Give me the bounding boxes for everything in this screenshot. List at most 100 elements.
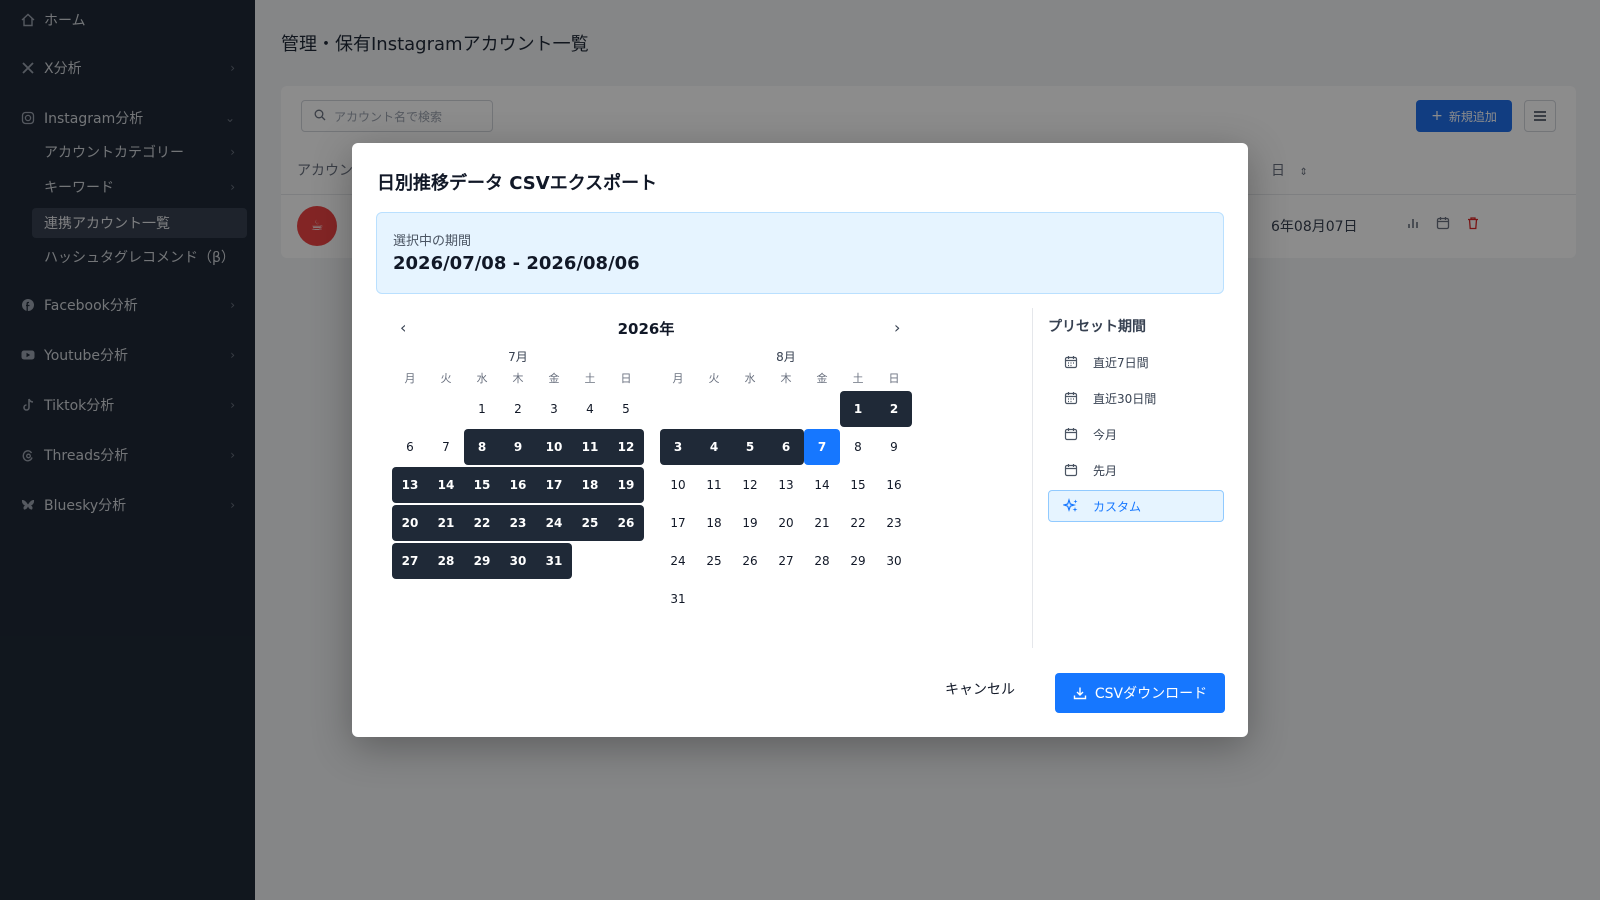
calendar-day[interactable]: 22 bbox=[464, 505, 500, 541]
weekday-label: 月 bbox=[672, 372, 684, 385]
calendar-day[interactable]: 18 bbox=[572, 467, 608, 503]
calendar-day[interactable]: 10 bbox=[660, 467, 696, 503]
days-grid: 1 2 3 4 5 6 7 8 9 10 11 12 13 14 15 16 17 18 19 20 21 22 23 24 2… bbox=[392, 390, 644, 580]
weekday-label: 土 bbox=[584, 372, 596, 385]
calendar-day[interactable]: 25 bbox=[696, 543, 732, 579]
calendar-day[interactable]: 10 bbox=[536, 429, 572, 465]
preset-label: カスタム bbox=[1093, 499, 1142, 514]
calendar-year: 2026年 bbox=[617, 320, 675, 338]
calendar-day[interactable]: 8 bbox=[464, 429, 500, 465]
calendar-day[interactable]: 11 bbox=[572, 429, 608, 465]
calendar-day[interactable]: 2 bbox=[876, 391, 912, 427]
calendar-day[interactable]: 30 bbox=[876, 543, 912, 579]
calendar-day[interactable]: 22 bbox=[840, 505, 876, 541]
calendar-day[interactable]: 7 bbox=[428, 429, 464, 465]
preset-this-month[interactable]: 今月 bbox=[1048, 418, 1224, 450]
selected-period-value: 2026/07/08 - 2026/08/06 bbox=[393, 253, 640, 274]
calendar-day[interactable]: 30 bbox=[500, 543, 536, 579]
calendar-icon bbox=[1063, 426, 1079, 442]
csv-download-button[interactable]: CSVダウンロード bbox=[1055, 673, 1225, 713]
month-label: 7月 bbox=[508, 350, 528, 364]
empty-day-cell bbox=[732, 391, 768, 427]
calendar-day[interactable]: 1 bbox=[840, 391, 876, 427]
calendar-day[interactable]: 21 bbox=[804, 505, 840, 541]
preset-last-month[interactable]: 先月 bbox=[1048, 454, 1224, 486]
calendar-day[interactable]: 1 bbox=[464, 391, 500, 427]
calendar-day[interactable]: 25 bbox=[572, 505, 608, 541]
calendar-day[interactable]: 31 bbox=[660, 581, 696, 617]
csv-download-label: CSVダウンロード bbox=[1094, 686, 1208, 702]
weekday-header: 月 火 水 木 金 土 日 bbox=[392, 366, 644, 390]
calendar-day[interactable]: 29 bbox=[464, 543, 500, 579]
weekday-label: 水 bbox=[476, 372, 488, 385]
presets-title: プリセット期間 bbox=[1048, 319, 1146, 335]
calendar-day[interactable]: 8 bbox=[840, 429, 876, 465]
calendar-day[interactable]: 3 bbox=[660, 429, 696, 465]
calendar-day[interactable]: 31 bbox=[536, 543, 572, 579]
empty-day-cell bbox=[804, 391, 840, 427]
calendar-day[interactable]: 20 bbox=[768, 505, 804, 541]
calendar-day[interactable]: 14 bbox=[428, 467, 464, 503]
vertical-divider bbox=[1032, 308, 1033, 648]
empty-day-cell bbox=[696, 391, 732, 427]
calendar-day[interactable]: 19 bbox=[608, 467, 644, 503]
calendar-day[interactable]: 11 bbox=[696, 467, 732, 503]
calendar-day[interactable]: 28 bbox=[428, 543, 464, 579]
calendar-day[interactable]: 14 bbox=[804, 467, 840, 503]
calendar-day[interactable]: 19 bbox=[732, 505, 768, 541]
calendar-day[interactable]: 17 bbox=[660, 505, 696, 541]
calendar-day[interactable]: 13 bbox=[392, 467, 428, 503]
weekday-label: 月 bbox=[404, 372, 416, 385]
days-grid: 1 2 3 4 5 6 7 8 9 10 11 12 13 14 15 16 17 18 19 20 21 22 23 24 2… bbox=[660, 390, 912, 618]
calendar-day[interactable]: 24 bbox=[660, 543, 696, 579]
calendar-day[interactable]: 6 bbox=[768, 429, 804, 465]
calendar-day[interactable]: 7 bbox=[804, 429, 840, 465]
chevron-right-icon[interactable]: › bbox=[894, 318, 900, 337]
calendar-day[interactable]: 9 bbox=[876, 429, 912, 465]
calendar-day[interactable]: 5 bbox=[608, 391, 644, 427]
calendar-day[interactable]: 23 bbox=[500, 505, 536, 541]
calendar-day[interactable]: 26 bbox=[732, 543, 768, 579]
selected-period-box: 選択中の期間 2026/07/08 - 2026/08/06 bbox=[376, 212, 1224, 294]
calendar-day[interactable]: 21 bbox=[428, 505, 464, 541]
empty-day-cell bbox=[428, 391, 464, 427]
weekday-label: 日 bbox=[620, 372, 632, 385]
calendar-day[interactable]: 27 bbox=[768, 543, 804, 579]
calendar-day[interactable]: 16 bbox=[876, 467, 912, 503]
csv-export-modal: 日別推移データ CSVエクスポート 選択中の期間 2026/07/08 - 20… bbox=[352, 143, 1248, 737]
date-range-calendar: ‹ 2026年 › 7月 月 火 水 木 金 土 日 1 2 3 4 5 6 7 8 9 10 11… bbox=[376, 308, 1016, 648]
calendar-day[interactable]: 12 bbox=[732, 467, 768, 503]
calendar-day[interactable]: 29 bbox=[840, 543, 876, 579]
calendar-day[interactable]: 4 bbox=[696, 429, 732, 465]
weekday-label: 火 bbox=[708, 372, 720, 385]
preset-last-30-days[interactable]: 直近30日間 bbox=[1048, 382, 1224, 414]
weekday-label: 金 bbox=[816, 372, 828, 385]
calendar-day[interactable]: 24 bbox=[536, 505, 572, 541]
selected-period-label: 選択中の期間 bbox=[393, 234, 472, 249]
calendar-day[interactable]: 2 bbox=[500, 391, 536, 427]
calendar-day[interactable]: 15 bbox=[840, 467, 876, 503]
chevron-left-icon[interactable]: ‹ bbox=[400, 318, 406, 337]
calendar-day[interactable]: 16 bbox=[500, 467, 536, 503]
calendar-day[interactable]: 20 bbox=[392, 505, 428, 541]
calendar-day[interactable]: 5 bbox=[732, 429, 768, 465]
calendar-day[interactable]: 15 bbox=[464, 467, 500, 503]
calendar-day[interactable]: 13 bbox=[768, 467, 804, 503]
calendar-day[interactable]: 9 bbox=[500, 429, 536, 465]
calendar-day[interactable]: 23 bbox=[876, 505, 912, 541]
preset-label: 直近30日間 bbox=[1093, 391, 1157, 406]
calendar-icon bbox=[1063, 390, 1079, 406]
calendar-day[interactable]: 26 bbox=[608, 505, 644, 541]
calendar-day[interactable]: 27 bbox=[392, 543, 428, 579]
calendar-day[interactable]: 18 bbox=[696, 505, 732, 541]
calendar-day[interactable]: 3 bbox=[536, 391, 572, 427]
calendar-day[interactable]: 6 bbox=[392, 429, 428, 465]
calendar-day[interactable]: 4 bbox=[572, 391, 608, 427]
calendar-day[interactable]: 28 bbox=[804, 543, 840, 579]
weekday-label: 金 bbox=[548, 372, 560, 385]
preset-last-7-days[interactable]: 直近7日間 bbox=[1048, 346, 1224, 378]
calendar-day[interactable]: 17 bbox=[536, 467, 572, 503]
calendar-day[interactable]: 12 bbox=[608, 429, 644, 465]
cancel-button[interactable]: キャンセル bbox=[932, 673, 1028, 705]
preset-custom[interactable]: カスタム bbox=[1048, 490, 1224, 522]
